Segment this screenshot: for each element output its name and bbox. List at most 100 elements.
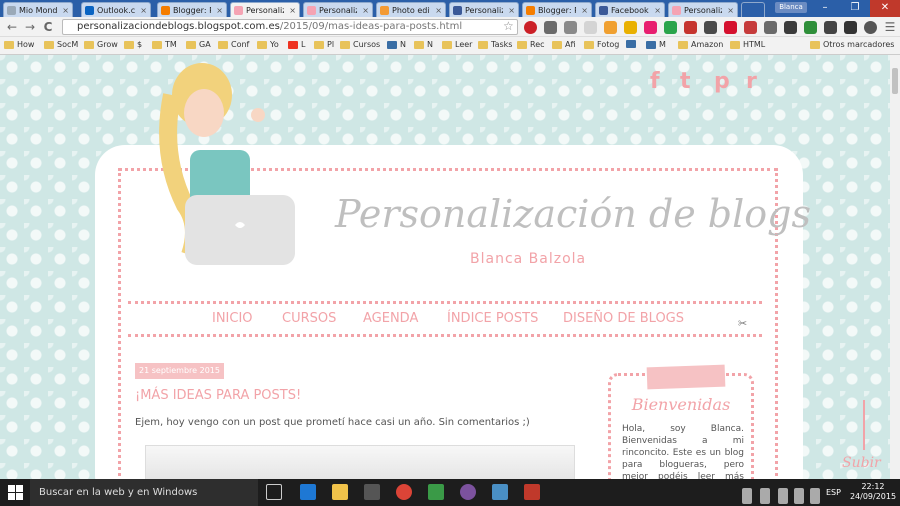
bookmark-folder[interactable]: HTML	[730, 40, 765, 49]
extension-icon[interactable]	[684, 21, 697, 34]
extension-icon[interactable]	[604, 21, 617, 34]
bookmark-folder[interactable]: Leer	[442, 40, 472, 49]
tab-6[interactable]: Personaliz ×	[449, 2, 519, 17]
bookmark-link[interactable]: N	[387, 40, 406, 49]
up-arrow-icon[interactable]	[863, 400, 865, 450]
bookmark-folder[interactable]: N	[414, 40, 433, 49]
bookmark-folder[interactable]: Pl	[314, 40, 334, 49]
extension-icon[interactable]	[844, 21, 857, 34]
tab-close-icon[interactable]: ×	[654, 6, 661, 15]
bookmark-folder[interactable]: Grow	[84, 40, 118, 49]
tray-icon[interactable]	[742, 488, 752, 504]
tab-close-icon[interactable]: ×	[435, 6, 442, 15]
tab-7[interactable]: Blogger: P ×	[522, 2, 592, 17]
pinterest-icon[interactable]: p	[714, 69, 730, 94]
windows-start-icon[interactable]	[8, 485, 24, 500]
nav-cursos[interactable]: CURSOS	[282, 311, 336, 326]
extension-icon[interactable]	[724, 21, 737, 34]
tab-3[interactable]: Personaliz ×	[230, 2, 300, 17]
viber-icon[interactable]	[460, 484, 476, 500]
tab-9[interactable]: Personaliz ×	[668, 2, 738, 17]
post-title[interactable]: ¡MÁS IDEAS PARA POSTS!	[135, 388, 301, 403]
tab-close-icon[interactable]: ×	[727, 6, 734, 15]
tab-5[interactable]: Photo edit ×	[376, 2, 446, 17]
bookmark-link[interactable]: M	[646, 40, 666, 49]
bookmark-folder[interactable]: How	[4, 40, 34, 49]
tab-close-icon[interactable]: ×	[289, 6, 296, 15]
tab-8[interactable]: Facebook ×	[595, 2, 665, 17]
other-bookmarks-folder[interactable]: Otros marcadores	[810, 40, 894, 49]
app-icon[interactable]	[428, 484, 444, 500]
bookmark-folder[interactable]: Conf	[218, 40, 249, 49]
app-icon[interactable]	[524, 484, 540, 500]
tab-2[interactable]: Blogger: P ×	[157, 2, 227, 17]
forward-button[interactable]: →	[22, 19, 38, 35]
file-explorer-icon[interactable]	[332, 484, 348, 500]
bookmark-folder[interactable]: Fotog	[584, 40, 619, 49]
tab-close-icon[interactable]: ×	[216, 6, 223, 15]
extension-icon[interactable]	[584, 21, 597, 34]
chrome-icon[interactable]	[396, 484, 412, 500]
extension-icon[interactable]	[864, 21, 877, 34]
extension-icon[interactable]	[624, 21, 637, 34]
tray-icon[interactable]	[760, 488, 770, 504]
scrollbar[interactable]	[890, 55, 900, 479]
reload-button[interactable]: C	[40, 19, 56, 35]
extension-icon[interactable]	[704, 21, 717, 34]
restore-button[interactable]: ❐	[840, 0, 870, 17]
bookmark-star-icon[interactable]: ☆	[503, 19, 514, 33]
extension-icon[interactable]	[664, 21, 677, 34]
input-language[interactable]: ESP	[826, 488, 841, 497]
battery-icon[interactable]	[778, 488, 788, 504]
back-button[interactable]: ←	[4, 19, 20, 35]
nav-diseno-de-blogs[interactable]: DISEÑO DE BLOGS	[563, 311, 684, 326]
blog-title[interactable]: Personalización de blogs	[335, 192, 811, 236]
edge-icon[interactable]	[300, 484, 316, 500]
extension-icon[interactable]	[804, 21, 817, 34]
bookmark-folder[interactable]: TM	[152, 40, 177, 49]
new-tab-button[interactable]	[741, 2, 765, 17]
tab-close-icon[interactable]: ×	[362, 6, 369, 15]
volume-icon[interactable]	[810, 488, 820, 504]
extension-icon[interactable]	[564, 21, 577, 34]
bookmark-folder[interactable]: Amazon	[678, 40, 723, 49]
bookmark-folder[interactable]: Afi	[552, 40, 576, 49]
bookmark-folder[interactable]: GA	[186, 40, 211, 49]
tab-1[interactable]: Outlook.c ×	[81, 2, 151, 17]
profile-button[interactable]: Blanca	[775, 2, 807, 13]
nav-indice-posts[interactable]: ÍNDICE POSTS	[447, 311, 538, 326]
twitter-icon[interactable]: t	[680, 69, 691, 94]
wifi-icon[interactable]	[794, 488, 804, 504]
tab-close-icon[interactable]: ×	[581, 6, 588, 15]
tab-4[interactable]: Personaliz ×	[303, 2, 373, 17]
minimize-button[interactable]: –	[810, 0, 840, 17]
bookmark-folder[interactable]: Cursos	[340, 40, 380, 49]
nav-agenda[interactable]: AGENDA	[363, 311, 418, 326]
bookmark-link[interactable]	[626, 40, 639, 48]
close-button[interactable]: ✕	[870, 0, 900, 17]
chrome-menu-icon[interactable]: ☰	[882, 19, 898, 35]
bookmark-link[interactable]: L	[288, 40, 305, 49]
bookmark-folder[interactable]: Yo	[257, 40, 279, 49]
app-icon[interactable]	[492, 484, 508, 500]
bookmark-folder[interactable]: SocM	[44, 40, 78, 49]
clock[interactable]: 22:12 24/09/2015	[849, 482, 897, 502]
bookmark-folder[interactable]: $	[124, 40, 142, 49]
facebook-icon[interactable]: f	[650, 69, 660, 94]
store-icon[interactable]	[364, 484, 380, 500]
rss-icon[interactable]: r	[746, 69, 757, 94]
nav-inicio[interactable]: INICIO	[212, 311, 253, 326]
extension-icon[interactable]	[764, 21, 777, 34]
address-bar[interactable]: personalizaciondeblogs.blogspot.com.es/2…	[62, 19, 518, 35]
tab-0[interactable]: Mio Mond ×	[3, 2, 73, 17]
extension-icon[interactable]	[784, 21, 797, 34]
extension-icon[interactable]	[544, 21, 557, 34]
pinterest-extension-icon[interactable]	[524, 21, 537, 34]
extension-icon[interactable]	[824, 21, 837, 34]
tab-close-icon[interactable]: ×	[508, 6, 515, 15]
task-view-icon[interactable]	[266, 484, 282, 500]
scrollbar-thumb[interactable]	[892, 68, 898, 94]
scroll-top-link[interactable]: Subir	[842, 455, 881, 471]
heart-extension-icon[interactable]	[644, 21, 657, 34]
taskbar-search-box[interactable]: Buscar en la web y en Windows	[30, 479, 258, 506]
